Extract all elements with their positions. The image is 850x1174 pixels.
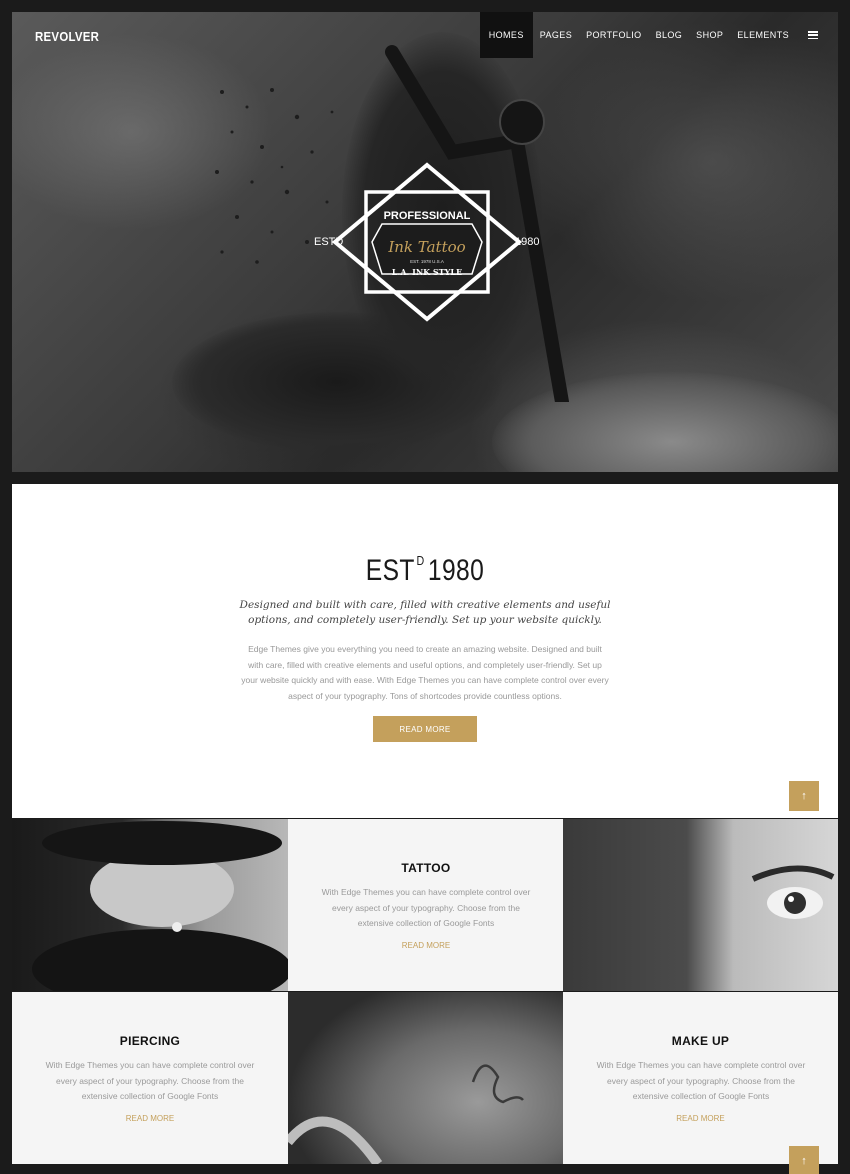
service-title: MAKE UP <box>671 1034 730 1048</box>
badge-script-text: Ink Tattoo <box>387 238 465 256</box>
intro-subtitle: Designed and built with care, filled wit… <box>239 599 611 626</box>
hero-section: REVOLVER HOMES PAGES PORTFOLIO BLOG SHOP… <box>12 12 838 472</box>
hamburger-icon[interactable] <box>808 31 818 39</box>
intro-title: EST D 1980 <box>86 553 763 588</box>
menu-item-homes[interactable]: HOMES <box>479 12 533 58</box>
service-title: PIERCING <box>119 1034 181 1048</box>
service-description: With Edge Themes you can have complete c… <box>321 887 531 928</box>
scroll-top-button[interactable]: ↑ <box>789 781 819 811</box>
scroll-top-button[interactable]: ↑ <box>789 1146 819 1174</box>
intro-title-main: EST <box>365 554 415 587</box>
main-menu: HOMES PAGES PORTFOLIO BLOG SHOP ELEMENTS <box>479 12 818 58</box>
menu-item-elements[interactable]: ELEMENTS <box>730 12 796 58</box>
hero-year-label: 1980 <box>515 236 540 248</box>
service-title: TATTOO <box>401 861 451 875</box>
service-card-tattoo: TATTOO With Edge Themes you can have com… <box>288 819 564 991</box>
service-description: With Edge Themes you can have complete c… <box>45 1060 255 1101</box>
menu-item-portfolio[interactable]: PORTFOLIO <box>579 12 648 58</box>
service-card-makeup: MAKE UP With Edge Themes you can have co… <box>563 992 838 1164</box>
badge-small-text: EST. 1978 U.S.A <box>410 259 444 264</box>
tattoo-badge-logo: PROFESSIONAL Ink Tattoo EST. 1978 U.S.A … <box>332 162 522 322</box>
menu-item-pages[interactable]: PAGES <box>533 12 579 58</box>
intro-body-text: Edge Themes give you everything you need… <box>241 644 609 701</box>
menu-item-shop[interactable]: SHOP <box>689 12 730 58</box>
hero-est-label: ESTD <box>314 236 344 248</box>
service-read-more-link[interactable]: READ MORE <box>563 1114 838 1123</box>
badge-bottom-text: L.A. INK STYLE <box>392 267 462 277</box>
service-read-more-link[interactable]: READ MORE <box>288 941 564 950</box>
intro-title-year: 1980 <box>427 554 485 587</box>
intro-section: EST D 1980 Designed and built with care, f… <box>12 484 838 818</box>
site-logo[interactable]: REVOLVER <box>35 29 99 44</box>
intro-title-sup: D <box>416 553 425 568</box>
service-read-more-link[interactable]: READ MORE <box>12 1114 288 1123</box>
badge-top-text: PROFESSIONAL <box>384 210 471 222</box>
service-card-piercing: PIERCING With Edge Themes you can have c… <box>12 992 288 1164</box>
top-navigation: REVOLVER HOMES PAGES PORTFOLIO BLOG SHOP… <box>12 12 838 58</box>
neck-tattoo-image <box>288 992 564 1164</box>
menu-item-blog[interactable]: BLOG <box>649 12 690 58</box>
service-description: With Edge Themes you can have complete c… <box>596 1060 806 1101</box>
piercing-lips-image <box>12 819 288 991</box>
read-more-button[interactable]: READ MORE <box>373 716 477 742</box>
makeup-eye-image <box>563 819 838 991</box>
